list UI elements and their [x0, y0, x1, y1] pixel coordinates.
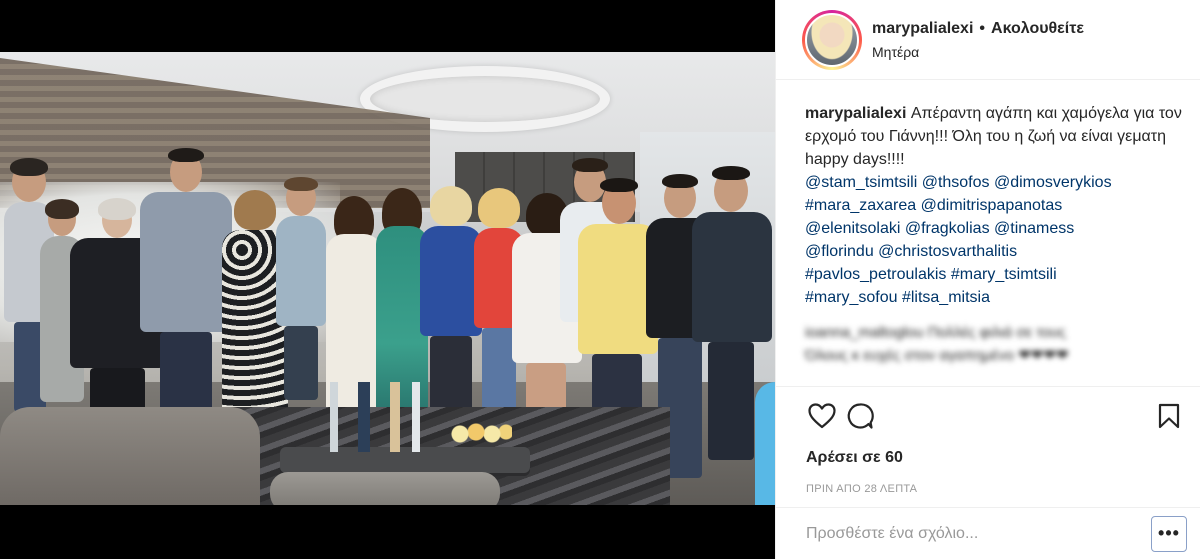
avatar-story-ring[interactable] [802, 9, 862, 70]
caption-tags-line[interactable]: #mara_zaxarea @dimitrispapanotas [805, 194, 1184, 217]
photo-bottles [320, 382, 430, 452]
header-text: marypalialexi • Ακολουθείτε Μητέρα [872, 20, 1084, 60]
following-button[interactable]: Ακολουθείτε [991, 20, 1084, 38]
action-icons [806, 399, 1185, 433]
likes-count[interactable]: Αρέσει σε 60 [806, 449, 1185, 467]
header-separator: • [979, 19, 986, 37]
caption: marypalialexi Απέραντη αγάπη και χαμόγελ… [805, 102, 1184, 309]
more-options-button[interactable]: ••• [1151, 515, 1187, 552]
blurred-comment-line: Όλους κ ευχές στον αγαπημένο ❤❤❤❤ [805, 347, 1069, 364]
add-comment-bar: ••• [776, 507, 1200, 559]
blurred-comment-line: ioanna_maltoglou Πολλές φιλιά σε τους [805, 324, 1066, 341]
photo-lamp [755, 382, 775, 505]
photo-cupcakes [450, 420, 512, 444]
post-header: marypalialexi • Ακολουθείτε Μητέρα [776, 0, 1200, 80]
location-link[interactable]: Μητέρα [872, 44, 1084, 60]
person [140, 148, 232, 442]
person [276, 177, 326, 400]
avatar[interactable] [805, 12, 859, 67]
heart-icon[interactable] [806, 400, 838, 432]
comment-icon[interactable] [844, 400, 876, 432]
comment-input[interactable] [806, 524, 1151, 543]
caption-tags-line[interactable]: #pavlos_petroulakis #mary_tsimtsili [805, 263, 1184, 286]
instagram-post: marypalialexi • Ακολουθείτε Μητέρα maryp… [0, 0, 1200, 559]
header-top-line: marypalialexi • Ακολουθείτε [872, 20, 1084, 38]
caption-tags-line[interactable]: @elenitsolaki @fragkolias @tinamess [805, 217, 1184, 240]
post-timestamp[interactable]: ΠΡΙΝ ΑΠΟ 28 ΛΕΠΤΑ [806, 483, 1185, 495]
post-media[interactable] [0, 0, 775, 559]
caption-tags-line[interactable]: #mary_sofou #litsa_mitsia [805, 286, 1184, 309]
caption-tags-line[interactable]: @stam_tsimtsili @thsofos @dimosverykios [805, 171, 1184, 194]
post-side-panel: marypalialexi • Ακολουθείτε Μητέρα maryp… [775, 0, 1200, 559]
comments-section: marypalialexi Απέραντη αγάπη και χαμόγελ… [776, 80, 1200, 390]
photo-sofa-front [270, 472, 500, 505]
blurred-comment: ioanna_maltoglou Πολλές φιλιά σε τους Όλ… [805, 321, 1184, 367]
group-photo[interactable] [0, 52, 775, 505]
header-username[interactable]: marypalialexi [872, 20, 973, 38]
photo-sofa [0, 407, 260, 505]
caption-username[interactable]: marypalialexi [805, 105, 906, 122]
post-actions: Αρέσει σε 60 ΠΡΙΝ ΑΠΟ 28 ΛΕΠΤΑ [776, 386, 1200, 495]
caption-tags-line[interactable]: @florindu @christosvarthalitis [805, 240, 1184, 263]
bookmark-icon[interactable] [1153, 400, 1185, 432]
